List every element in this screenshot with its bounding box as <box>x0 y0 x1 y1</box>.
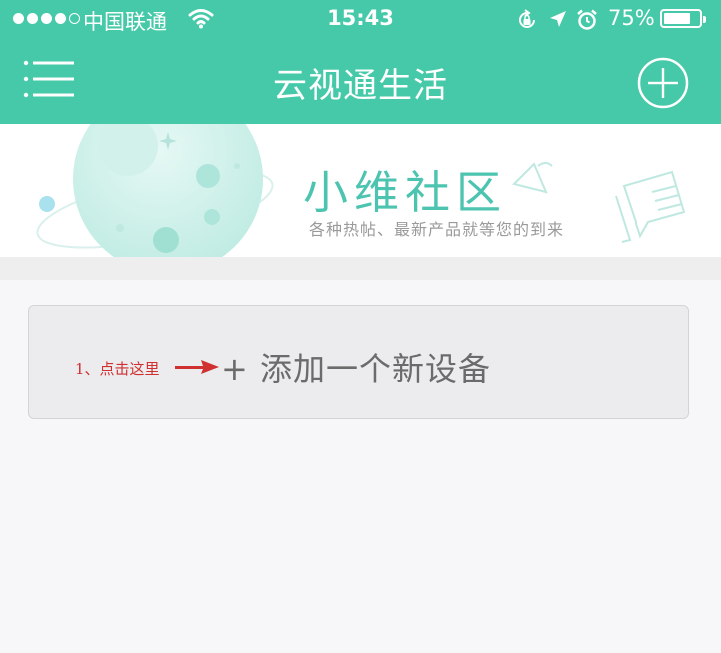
plus-circle-icon <box>637 57 689 109</box>
add-device-button[interactable]: 1、点击这里 + 添加一个新设备 <box>28 305 689 419</box>
rotation-lock-icon <box>516 9 538 35</box>
add-device-label: + 添加一个新设备 <box>221 350 491 388</box>
add-button[interactable] <box>636 56 690 110</box>
annotation-note: 1、点击这里 <box>75 360 160 378</box>
status-bar: 中国联通 15:43 75% <box>0 0 721 40</box>
section-divider <box>0 257 721 280</box>
banner-title: 小维社区 <box>303 166 508 219</box>
page-title: 云视通生活 <box>273 66 448 106</box>
device-list-area: 1、点击这里 + 添加一个新设备 <box>0 280 721 653</box>
app-header: 中国联通 15:43 75% 云视通生活 <box>0 0 721 124</box>
location-arrow-icon <box>548 9 568 33</box>
banner-subtitle: 各种热帖、最新产品就等您的到来 <box>309 220 565 239</box>
community-banner[interactable]: 小维社区 各种热帖、最新产品就等您的到来 <box>0 124 721 257</box>
red-arrow-annotation-icon <box>175 360 219 374</box>
battery-icon <box>660 9 706 28</box>
battery-percentage: 75% <box>608 6 655 30</box>
nav-bar: 云视通生活 <box>0 40 721 124</box>
alarm-clock-icon <box>576 9 598 35</box>
